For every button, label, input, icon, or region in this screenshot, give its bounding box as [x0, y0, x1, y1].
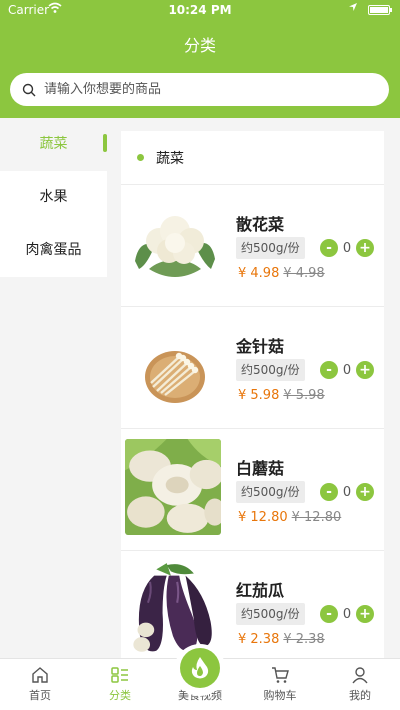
quantity-stepper: - 0 + — [320, 605, 374, 623]
product-spec: 约500g/份 — [236, 237, 305, 259]
cart-icon — [272, 667, 289, 683]
tab-label: 首页 — [29, 689, 51, 702]
product-image-enoki-mushroom — [129, 321, 221, 413]
product-name: 白蘑菇 — [236, 459, 285, 478]
flame-icon — [191, 657, 209, 679]
product-old-price: ¥ 12.80 — [291, 510, 342, 525]
product-image-eggplant — [125, 561, 221, 657]
search-bar[interactable] — [10, 73, 389, 106]
location-icon — [348, 2, 358, 15]
quantity-stepper: - 0 + — [320, 483, 374, 501]
product-old-price: ¥ 4.98 — [283, 266, 325, 281]
product-name: 散花菜 — [236, 215, 285, 234]
product-name: 红茄瓜 — [236, 581, 285, 600]
product-price: ¥ 2.38 — [238, 632, 280, 647]
product-item[interactable]: 金针菇 约500g/份 ¥ 5.98 ¥ 5.98 - 0 + — [121, 307, 384, 429]
active-indicator — [103, 134, 107, 152]
product-spec: 约500g/份 — [236, 359, 305, 381]
product-price: ¥ 5.98 — [238, 388, 280, 403]
product-name: 金针菇 — [236, 337, 285, 356]
category-title: 蔬菜 — [156, 150, 184, 167]
plus-button[interactable]: + — [356, 605, 374, 623]
tab-label: 分类 — [109, 689, 131, 702]
category-sidebar: 蔬菜 水果 肉禽蛋品 — [0, 118, 107, 658]
quantity-value: 0 — [342, 606, 352, 622]
tab-label: 我的 — [349, 689, 371, 702]
plus-button[interactable]: + — [356, 483, 374, 501]
minus-button[interactable]: - — [320, 605, 338, 623]
product-list: 蔬菜 散花菜 约500g/份 ¥ 4.98 ¥ 4.98 - 0 + 金针菇 约… — [121, 131, 384, 658]
sidebar-item-label: 蔬菜 — [39, 136, 68, 152]
quantity-stepper: - 0 + — [320, 239, 374, 257]
quantity-value: 0 — [342, 362, 352, 378]
product-prices: ¥ 12.80 ¥ 12.80 — [238, 510, 341, 525]
product-prices: ¥ 4.98 ¥ 4.98 — [238, 266, 325, 281]
minus-button[interactable]: - — [320, 239, 338, 257]
product-prices: ¥ 5.98 ¥ 5.98 — [238, 388, 325, 403]
home-icon — [32, 667, 48, 683]
sidebar-item-vegetables[interactable]: 蔬菜 — [0, 118, 107, 171]
plus-button[interactable]: + — [356, 361, 374, 379]
product-price: ¥ 12.80 — [238, 510, 288, 525]
product-image-white-mushroom — [125, 439, 221, 535]
search-input[interactable] — [44, 82, 389, 97]
product-old-price: ¥ 2.38 — [283, 632, 325, 647]
user-icon — [352, 667, 368, 684]
tab-cart[interactable]: 购物车 — [240, 659, 320, 710]
product-image-cauliflower — [129, 199, 221, 291]
status-bar: Carrier 10:24 PM — [0, 0, 400, 20]
sidebar-item-label: 肉禽蛋品 — [25, 242, 82, 258]
search-icon — [22, 83, 36, 96]
tab-profile[interactable]: 我的 — [320, 659, 400, 710]
product-item[interactable]: 白蘑菇 约500g/份 ¥ 12.80 ¥ 12.80 - 0 + — [121, 429, 384, 551]
quantity-value: 0 — [342, 240, 352, 256]
product-item[interactable]: 散花菜 约500g/份 ¥ 4.98 ¥ 4.98 - 0 + — [121, 185, 384, 307]
page-title: 分类 — [183, 36, 216, 55]
product-price: ¥ 4.98 — [238, 266, 280, 281]
plus-button[interactable]: + — [356, 239, 374, 257]
sidebar-item-meat-eggs[interactable]: 肉禽蛋品 — [0, 224, 107, 277]
quantity-stepper: - 0 + — [320, 361, 374, 379]
product-old-price: ¥ 5.98 — [283, 388, 325, 403]
tab-home[interactable]: 首页 — [0, 659, 80, 710]
sidebar-item-fruits[interactable]: 水果 — [0, 171, 107, 224]
product-item[interactable]: 红茄瓜 约500g/份 ¥ 2.38 ¥ 2.38 - 0 + — [121, 551, 384, 658]
minus-button[interactable]: - — [320, 361, 338, 379]
status-time: 10:24 PM — [168, 3, 232, 17]
product-prices: ¥ 2.38 ¥ 2.38 — [238, 632, 325, 647]
food-video-button[interactable] — [180, 648, 220, 688]
tab-label: 购物车 — [263, 689, 297, 702]
product-spec: 约500g/份 — [236, 481, 305, 503]
minus-button[interactable]: - — [320, 483, 338, 501]
category-header: 蔬菜 — [121, 131, 384, 185]
quantity-value: 0 — [342, 484, 352, 500]
category-dot — [137, 154, 144, 161]
sidebar-item-label: 水果 — [39, 189, 68, 205]
product-spec: 约500g/份 — [236, 603, 305, 625]
battery-icon — [368, 5, 392, 15]
category-icon — [111, 667, 128, 683]
tab-category[interactable]: 分类 — [80, 659, 160, 710]
